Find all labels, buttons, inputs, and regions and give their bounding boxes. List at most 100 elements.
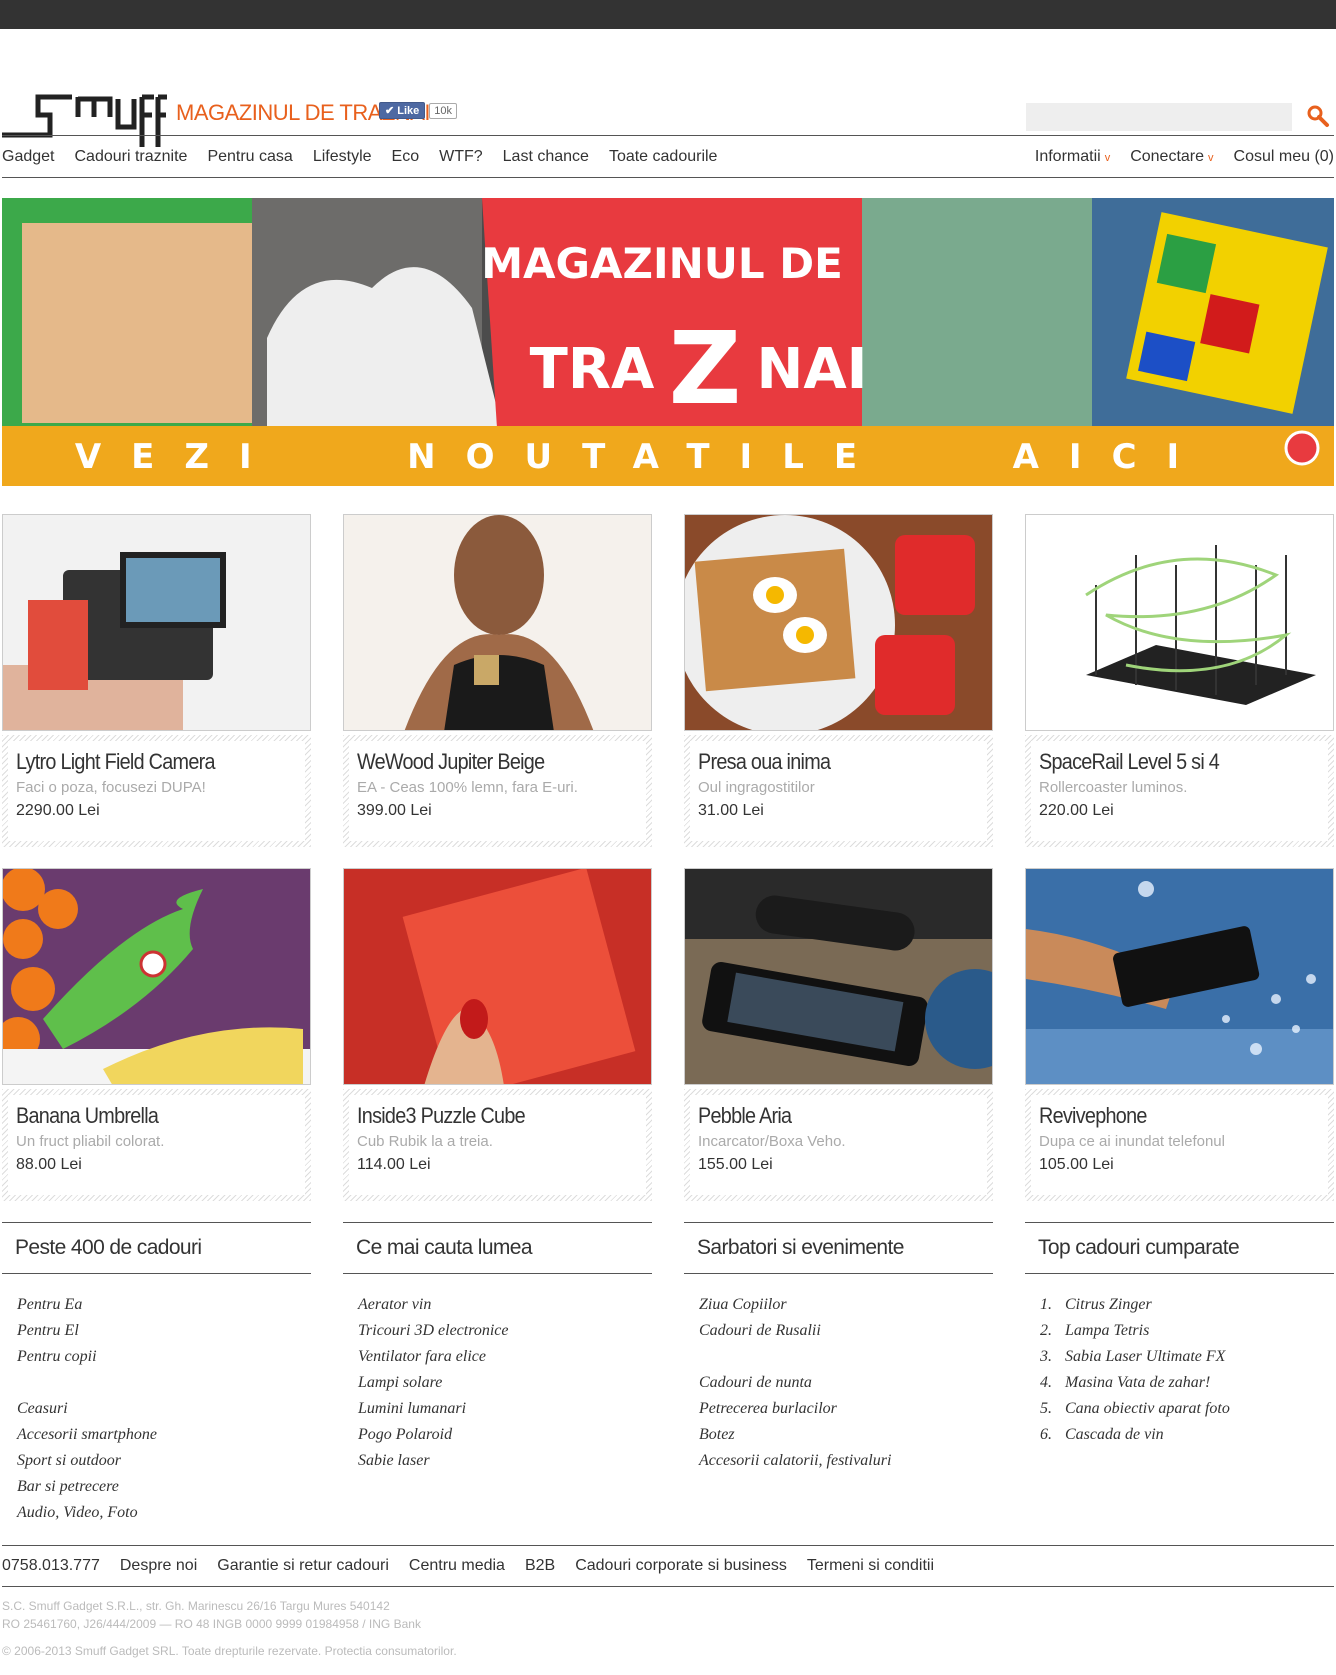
product-image[interactable] (684, 868, 993, 1085)
product-card[interactable]: Banana Umbrella Un fruct pliabil colorat… (2, 868, 311, 1201)
top-bar (0, 0, 1336, 29)
product-subtitle: Incarcator/Boxa Veho. (698, 1133, 846, 1150)
list-spacer (17, 1370, 311, 1396)
list-item[interactable]: Petrecerea burlacilor (699, 1396, 993, 1422)
banner-line2b: NAI (756, 337, 867, 402)
list-item[interactable]: Ceasuri (17, 1396, 311, 1422)
column-top: Top cadouri cumparate 1. Citrus Zinger 2.… (1025, 1222, 1334, 1526)
company-info: S.C. Smuff Gadget S.R.L., str. Gh. Marin… (2, 1597, 421, 1633)
ranked-item[interactable]: 1. Citrus Zinger (1040, 1292, 1334, 1318)
nav-pentru-casa[interactable]: Pentru casa (207, 148, 292, 166)
chevron-down-icon: v (1104, 151, 1111, 164)
footer-corporate[interactable]: Cadouri corporate si business (575, 1557, 787, 1575)
list-item[interactable]: Ziua Copiilor (699, 1292, 993, 1318)
product-price: 155.00 Lei (698, 1156, 773, 1173)
product-card[interactable]: SpaceRail Level 5 si 4 Rollercoaster lum… (1025, 514, 1334, 847)
footer-garantie[interactable]: Garantie si retur cadouri (217, 1557, 389, 1575)
product-subtitle: Dupa ce ai inundat telefonul (1039, 1133, 1225, 1150)
hero-banner[interactable]: MAGAZINUL DE TRA Z NAI VEZI NOUTATILE AI… (2, 198, 1334, 486)
footer-termeni[interactable]: Termeni si conditii (807, 1557, 934, 1575)
nav-wtf[interactable]: WTF? (439, 148, 483, 166)
facebook-like[interactable]: ✔ Like 10k (379, 102, 457, 119)
product-subtitle: Cub Rubik la a treia. (357, 1133, 493, 1150)
product-price: 114.00 Lei (357, 1156, 431, 1173)
list-item[interactable]: Pentru El (17, 1318, 311, 1344)
product-card[interactable]: Inside3 Puzzle Cube Cub Rubik la a treia… (343, 868, 652, 1201)
list-item[interactable]: Audio, Video, Foto (17, 1500, 311, 1526)
arrow-circle-icon (1284, 430, 1320, 466)
nav-last-chance[interactable]: Last chance (503, 148, 589, 166)
footer-b2b[interactable]: B2B (525, 1557, 555, 1575)
product-image[interactable] (684, 514, 993, 731)
banner-art: MAGAZINUL DE TRA Z NAI VEZI NOUTATILE AI… (2, 198, 1334, 486)
product-card[interactable]: Lytro Light Field Camera Faci o poza, fo… (2, 514, 311, 847)
product-title[interactable]: SpaceRail Level 5 si 4 (1039, 749, 1292, 775)
list-item[interactable]: Cadouri de Rusalii (699, 1318, 993, 1344)
search-input[interactable] (1026, 103, 1292, 131)
list-item[interactable]: Aerator vin (358, 1292, 652, 1318)
list-item[interactable]: Pentru Ea (17, 1292, 311, 1318)
product-card[interactable]: Revivephone Dupa ce ai inundat telefonul… (1025, 868, 1334, 1201)
list-item[interactable]: Sport si outdoor (17, 1448, 311, 1474)
search-icon[interactable] (1306, 104, 1330, 128)
product-card[interactable]: Pebble Aria Incarcator/Boxa Veho. 155.00… (684, 868, 993, 1201)
product-image[interactable] (2, 868, 311, 1085)
main-nav: Gadget Cadouri traznite Pentru casa Life… (2, 135, 1334, 178)
nav-lifestyle[interactable]: Lifestyle (313, 148, 372, 166)
product-title[interactable]: Revivephone (1039, 1103, 1292, 1129)
footer-phone[interactable]: 0758.013.777 (2, 1557, 100, 1575)
nav-eco[interactable]: Eco (392, 148, 420, 166)
list-item[interactable]: Bar si petrecere (17, 1474, 311, 1500)
footer-despre-noi[interactable]: Despre noi (120, 1557, 197, 1575)
footer-nav: 0758.013.777 Despre noi Garantie si retu… (2, 1545, 1334, 1587)
nav-cadouri-traznite[interactable]: Cadouri traznite (74, 148, 187, 166)
column-cadouri: Peste 400 de cadouri Pentru Ea Pentru El… (2, 1222, 311, 1526)
copyright: © 2006-2013 Smuff Gadget SRL. Toate drep… (2, 1644, 457, 1658)
nav-toate-cadourile[interactable]: Toate cadourile (609, 148, 718, 166)
list-item[interactable]: Botez (699, 1422, 993, 1448)
product-price: 31.00 Lei (698, 802, 764, 819)
conectare-label: Conectare (1130, 147, 1205, 165)
ranked-item[interactable]: 4. Masina Vata de zahar! (1040, 1370, 1334, 1396)
ranked-item[interactable]: 6. Cascada de vin (1040, 1422, 1334, 1448)
list-item[interactable]: Pogo Polaroid (358, 1422, 652, 1448)
nav-conectare[interactable]: Conectare v (1130, 148, 1213, 166)
nav-informatii[interactable]: Informatii v (1035, 148, 1110, 166)
nav-gadget[interactable]: Gadget (2, 148, 54, 166)
banner-line1: MAGAZINUL DE (481, 239, 843, 288)
product-image[interactable] (343, 514, 652, 731)
list-item[interactable]: Sabie laser (358, 1448, 652, 1474)
like-label: Like (397, 104, 420, 117)
product-image[interactable] (1025, 514, 1334, 731)
product-grid-row-2: Banana Umbrella Un fruct pliabil colorat… (2, 868, 1334, 1201)
banner-strip-text: VEZI NOUTATILE AICI (75, 437, 1209, 477)
product-title[interactable]: Banana Umbrella (16, 1103, 269, 1129)
product-image[interactable] (1025, 868, 1334, 1085)
list-item[interactable]: Lampi solare (358, 1370, 652, 1396)
column-sarbatori: Sarbatori si evenimente Ziua Copiilor Ca… (684, 1222, 993, 1526)
ranked-item[interactable]: 5. Cana obiectiv aparat foto (1040, 1396, 1334, 1422)
product-card[interactable]: Presa oua inima Oul ingragostitilor 31.0… (684, 514, 993, 847)
ranked-item[interactable]: 3. Sabia Laser Ultimate FX (1040, 1344, 1334, 1370)
footer-centru-media[interactable]: Centru media (409, 1557, 505, 1575)
legal-line-1: S.C. Smuff Gadget S.R.L., str. Gh. Marin… (2, 1599, 390, 1613)
like-button[interactable]: ✔ Like (379, 102, 426, 119)
list-item[interactable]: Lumini lumanari (358, 1396, 652, 1422)
product-image[interactable] (2, 514, 311, 731)
product-image[interactable] (343, 868, 652, 1085)
column-cautari: Ce mai cauta lumea Aerator vin Tricouri … (343, 1222, 652, 1526)
list-item[interactable]: Cadouri de nunta (699, 1370, 993, 1396)
ranked-item[interactable]: 2. Lampa Tetris (1040, 1318, 1334, 1344)
product-title[interactable]: WeWood Jupiter Beige (357, 749, 610, 775)
nav-cart[interactable]: Cosul meu (0) (1234, 148, 1334, 166)
list-item[interactable]: Pentru copii (17, 1344, 311, 1370)
list-item[interactable]: Accesorii calatorii, festivaluri (699, 1448, 993, 1474)
list-item[interactable]: Ventilator fara elice (358, 1344, 652, 1370)
product-title[interactable]: Inside3 Puzzle Cube (357, 1103, 610, 1129)
product-title[interactable]: Presa oua inima (698, 749, 951, 775)
product-title[interactable]: Pebble Aria (698, 1103, 951, 1129)
product-title[interactable]: Lytro Light Field Camera (16, 749, 269, 775)
product-card[interactable]: WeWood Jupiter Beige EA - Ceas 100% lemn… (343, 514, 652, 847)
list-item[interactable]: Tricouri 3D electronice (358, 1318, 652, 1344)
list-item[interactable]: Accesorii smartphone (17, 1422, 311, 1448)
